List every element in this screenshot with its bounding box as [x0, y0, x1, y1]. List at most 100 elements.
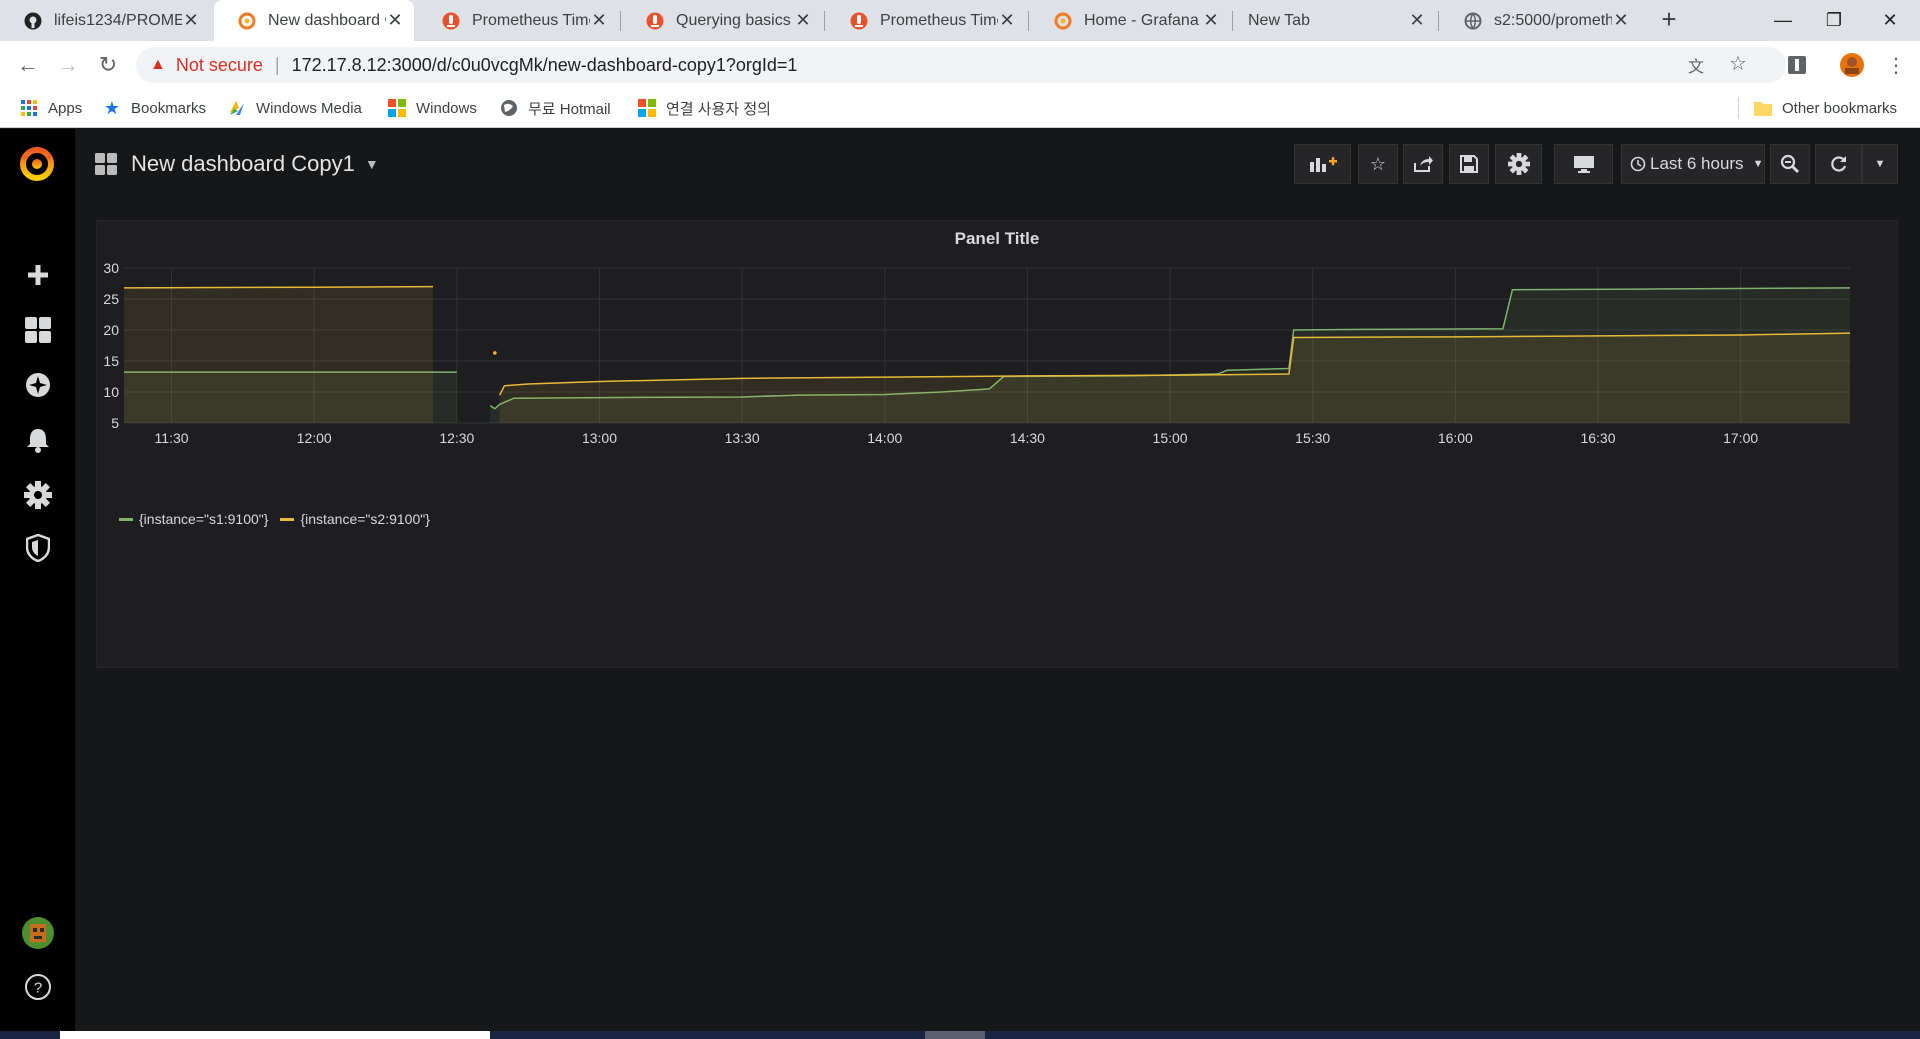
svg-text:?: ?: [34, 980, 42, 997]
explore-compass-icon[interactable]: [20, 367, 56, 403]
graph-legend: {instance="s1:9100"} {instance="s2:9100"…: [119, 508, 442, 530]
bookmark-windows[interactable]: Windows: [388, 96, 477, 120]
y-tick-label: 30: [103, 260, 119, 276]
windows-icon: [638, 99, 656, 117]
close-icon[interactable]: ✕: [794, 10, 812, 31]
browser-tab[interactable]: s2:5000/promethe ✕: [1440, 0, 1640, 41]
bookmark-bookmarks[interactable]: ★ Bookmarks: [103, 96, 206, 120]
close-icon[interactable]: ✕: [1202, 10, 1220, 31]
bookmark-star-icon[interactable]: ☆: [1726, 51, 1750, 75]
globe-icon: [1464, 12, 1482, 30]
caret-down-icon: ▼: [1874, 158, 1886, 170]
graph-panel[interactable]: Panel Title 5 10 15 20 25 30 11:30 12:00 12:30 13…: [96, 220, 1898, 668]
server-admin-shield-icon[interactable]: [20, 530, 56, 566]
browser-tab[interactable]: Prometheus Time ✕: [418, 0, 618, 41]
translate-icon[interactable]: 文: [1684, 53, 1708, 77]
save-dashboard-button[interactable]: [1449, 144, 1489, 184]
forward-icon[interactable]: →: [52, 49, 84, 81]
close-icon[interactable]: ✕: [386, 10, 404, 31]
create-plus-icon[interactable]: [20, 257, 56, 293]
monitor-icon: [1573, 156, 1594, 173]
bookmark-windows-media[interactable]: Windows Media: [228, 96, 362, 120]
zoom-out-button[interactable]: [1770, 144, 1810, 184]
new-tab-button[interactable]: +: [1655, 6, 1683, 34]
address-bar[interactable]: ▲ Not secure | 172.17.8.12:3000/d/c0u0vc…: [136, 47, 1786, 83]
x-tick-label: 13:30: [725, 430, 760, 446]
x-tick-label: 16:30: [1580, 430, 1615, 446]
time-picker-button[interactable]: Last 6 hours ▼: [1621, 144, 1765, 184]
browser-tab[interactable]: Querying basics | ✕: [622, 0, 822, 41]
user-avatar[interactable]: [20, 915, 56, 951]
close-icon[interactable]: ✕: [1408, 10, 1426, 31]
clock-icon: [1630, 156, 1646, 172]
taskbar-app[interactable]: [925, 1031, 985, 1039]
series-2-area: [499, 333, 1850, 423]
browser-tab[interactable]: New Tab ✕: [1234, 0, 1436, 41]
window-close-icon[interactable]: ✕: [1862, 0, 1918, 41]
close-icon[interactable]: ✕: [182, 10, 200, 31]
graph-chart[interactable]: 5 10 15 20 25 30 11:30 12:00 12:30 13:00 13:30 14:0…: [97, 221, 1899, 506]
dashboard-title-picker[interactable]: New dashboard Copy1 ▼: [95, 149, 379, 179]
series-2-point: [493, 351, 497, 355]
dashboard-title[interactable]: New dashboard Copy1: [131, 151, 355, 177]
add-panel-button[interactable]: [1294, 144, 1351, 184]
grafana-icon: [238, 12, 256, 30]
dashboard-settings-button[interactable]: [1495, 144, 1542, 184]
y-tick-label: 10: [103, 384, 119, 400]
other-bookmarks[interactable]: Other bookmarks: [1754, 96, 1897, 120]
browser-tab-active[interactable]: New dashboard C ✕: [214, 0, 414, 41]
zoom-out-icon: [1780, 154, 1800, 174]
prometheus-icon: [850, 12, 868, 30]
security-status[interactable]: Not secure: [176, 55, 263, 76]
y-tick-label: 20: [103, 322, 119, 338]
x-tick-label: 14:00: [867, 430, 902, 446]
help-icon[interactable]: ?: [20, 969, 56, 1005]
share-dashboard-button[interactable]: [1403, 144, 1443, 184]
bookmark-label: Windows Media: [256, 99, 362, 117]
x-tick-label: 12:30: [439, 430, 474, 446]
warning-icon[interactable]: ▲: [150, 56, 166, 74]
apps-grid-icon: [20, 99, 38, 117]
tab-separator: [1438, 11, 1439, 31]
dashboards-grid-icon[interactable]: [20, 312, 56, 348]
restore-icon[interactable]: ❐: [1806, 0, 1862, 41]
bookmark-apps[interactable]: Apps: [20, 96, 82, 120]
save-icon: [1460, 155, 1478, 173]
refresh-button[interactable]: [1815, 144, 1862, 184]
time-range-label: Last 6 hours: [1650, 154, 1744, 173]
close-icon[interactable]: ✕: [590, 10, 608, 31]
legend-item-s1[interactable]: {instance="s1:9100"}: [119, 511, 268, 527]
browser-tab[interactable]: lifeis1234/PROME ✕: [0, 0, 210, 41]
configuration-gear-icon[interactable]: [20, 477, 56, 513]
star-dashboard-button[interactable]: ☆: [1358, 144, 1398, 184]
y-tick-label: 5: [111, 415, 119, 431]
close-icon[interactable]: ✕: [998, 10, 1016, 31]
alerting-bell-icon[interactable]: [20, 422, 56, 458]
tv-mode-button[interactable]: [1554, 144, 1613, 184]
caret-down-icon[interactable]: ▼: [365, 156, 379, 172]
back-icon[interactable]: ←: [12, 49, 44, 81]
tab-separator: [620, 11, 621, 31]
menu-kebab-icon[interactable]: ⋮: [1882, 51, 1910, 79]
x-tick-label: 12:00: [297, 430, 332, 446]
bookmark-hotmail[interactable]: 무료 Hotmail: [500, 96, 611, 120]
refresh-interval-dropdown[interactable]: ▼: [1862, 144, 1898, 184]
grafana-logo-icon[interactable]: [17, 143, 57, 183]
bookmarks-bar: Apps ★ Bookmarks Windows Media Windows 무…: [0, 88, 1920, 128]
bookmark-custom-links[interactable]: 연결 사용자 정의: [638, 96, 771, 120]
reload-icon[interactable]: ↻: [92, 49, 124, 81]
legend-swatch-s2: [280, 517, 295, 521]
browser-tab[interactable]: Home - Grafana ✕: [1030, 0, 1230, 41]
taskbar-search-box[interactable]: [60, 1031, 490, 1039]
address-divider: |: [274, 54, 280, 75]
x-tick-label: 15:00: [1153, 430, 1188, 446]
minimize-icon[interactable]: —: [1755, 0, 1811, 41]
browser-tab-strip: lifeis1234/PROME ✕ New dashboard C ✕ Pro…: [0, 0, 1920, 41]
tab-title: Home - Grafana: [1084, 11, 1199, 29]
legend-item-s2[interactable]: {instance="s2:9100"}: [280, 511, 430, 527]
url-text[interactable]: 172.17.8.12:3000/d/c0u0vcgMk/new-dashboa…: [292, 55, 798, 76]
extension-icon[interactable]: [1783, 51, 1811, 79]
profile-avatar-icon[interactable]: [1838, 51, 1866, 79]
close-icon[interactable]: ✕: [1612, 10, 1630, 31]
browser-tab[interactable]: Prometheus Time ✕: [826, 0, 1026, 41]
